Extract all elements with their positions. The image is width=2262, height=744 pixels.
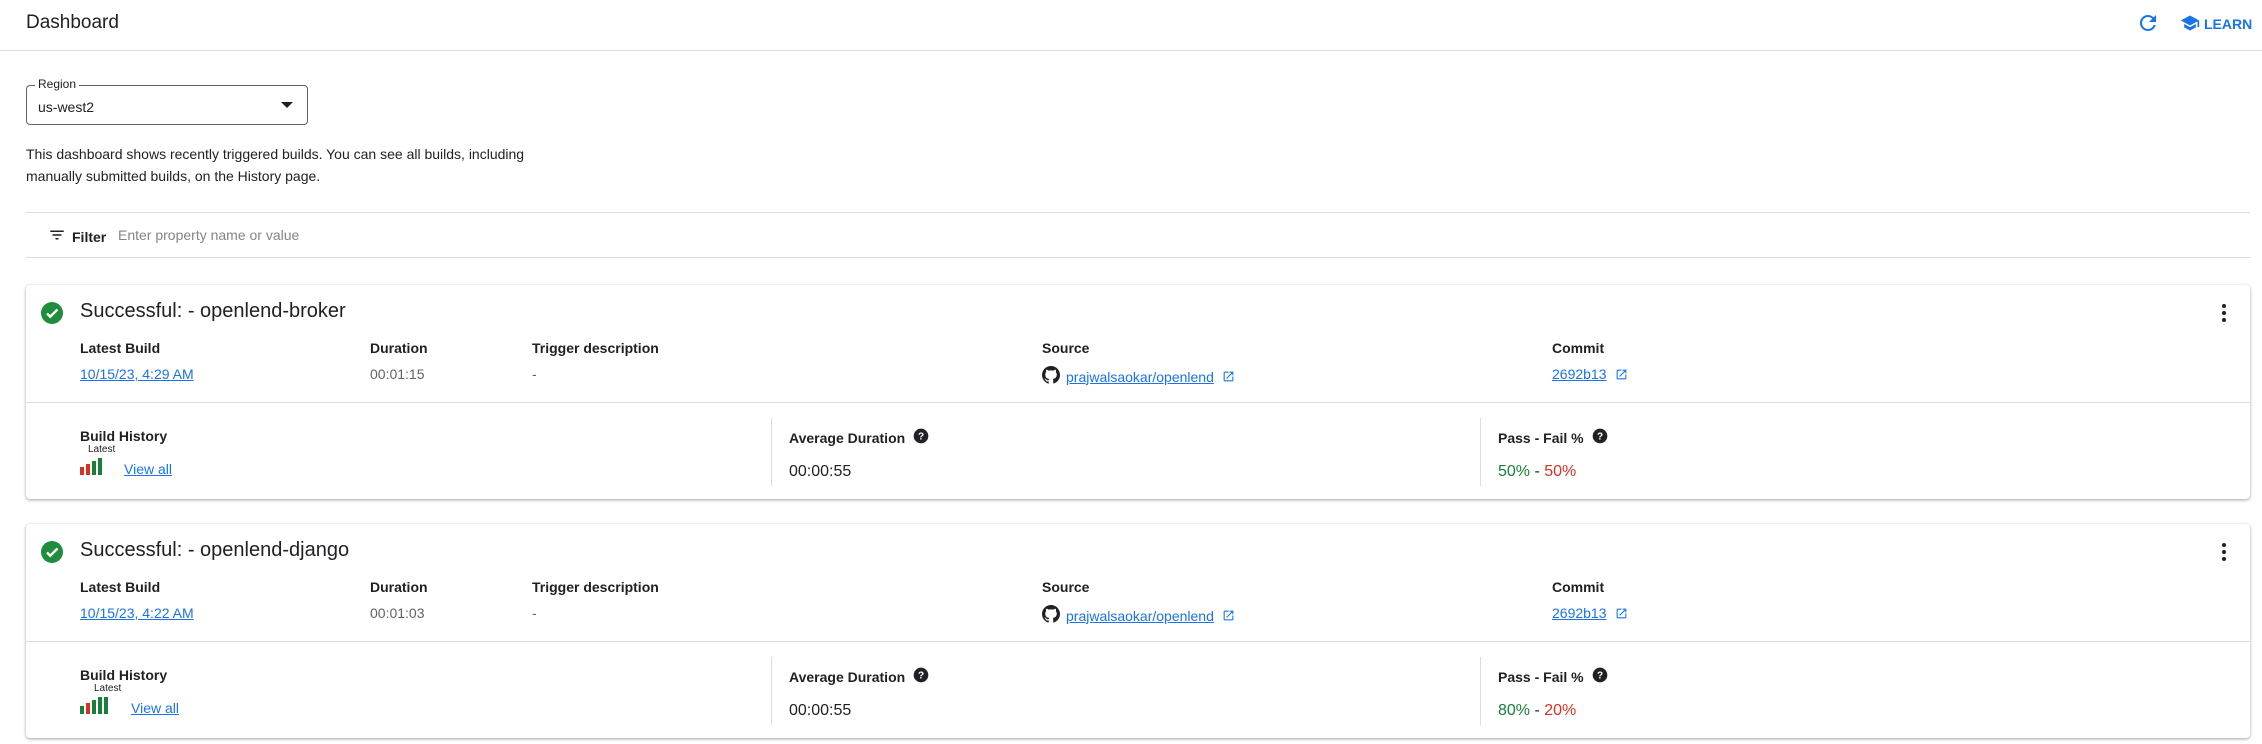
- source-label: Source: [1042, 340, 1090, 356]
- filter-bar: Filter: [26, 212, 2250, 258]
- learn-label: LEARN: [2204, 16, 2253, 32]
- dashboard-description: This dashboard shows recently triggered …: [26, 146, 525, 184]
- region-select[interactable]: Region us-west2: [26, 77, 308, 125]
- open-in-new-icon: [1222, 609, 1235, 622]
- learn-button[interactable]: LEARN: [2180, 12, 2252, 36]
- check-circle-icon: [40, 301, 64, 325]
- svg-text:?: ?: [918, 670, 924, 681]
- check-circle-icon: [40, 540, 64, 564]
- svg-text:?: ?: [918, 431, 924, 442]
- pass-fail-separator: -: [1530, 463, 1545, 480]
- commit-cell: 2692b13: [1552, 366, 1628, 382]
- divider: [771, 418, 772, 486]
- dropdown-arrow-icon: [281, 102, 293, 108]
- build-summary: Successful: - openlend-broker Latest Bui…: [26, 285, 2250, 403]
- history-bar-success[interactable]: [98, 458, 102, 475]
- duration-value: 00:01:03: [370, 605, 425, 621]
- history-bar-success[interactable]: [80, 706, 84, 714]
- average-duration-value: 00:00:55: [789, 702, 852, 719]
- pass-fail-separator: -: [1530, 702, 1545, 719]
- filter-icon: [48, 226, 66, 247]
- latest-build-link[interactable]: 10/15/23, 4:29 AM: [80, 366, 194, 382]
- pass-fail-value: 80% - 20%: [1498, 702, 1576, 720]
- commit-link[interactable]: 2692b13: [1552, 366, 1607, 382]
- duration-label: Duration: [370, 579, 428, 595]
- build-title: Successful: - openlend-broker: [80, 300, 346, 322]
- latest-build-label: Latest Build: [80, 579, 161, 595]
- duration-label: Duration: [370, 340, 428, 356]
- commit-link[interactable]: 2692b13: [1552, 605, 1607, 621]
- average-duration-label: Average Duration ?: [789, 428, 929, 447]
- github-icon: [1042, 366, 1060, 387]
- help-icon[interactable]: ?: [1592, 667, 1608, 686]
- trigger-value: -: [532, 605, 537, 621]
- trigger-value: -: [532, 366, 537, 382]
- filter-input[interactable]: [118, 220, 718, 250]
- history-bar-success[interactable]: [98, 697, 102, 714]
- region-value: us-west2: [38, 99, 95, 115]
- pass-percent: 50%: [1498, 463, 1531, 480]
- latest-marker: Latest: [88, 444, 116, 455]
- github-icon: [1042, 605, 1060, 626]
- fail-percent: 50%: [1544, 463, 1577, 480]
- page-title: Dashboard: [26, 12, 119, 33]
- filter-label: Filter: [72, 228, 107, 245]
- pass-percent: 80%: [1498, 702, 1531, 719]
- more-vert-icon[interactable]: [2212, 540, 2236, 564]
- build-card: Successful: - openlend-broker Latest Bui…: [26, 285, 2250, 499]
- source-link[interactable]: prajwalsaokar/openlend: [1066, 369, 1214, 385]
- help-icon[interactable]: ?: [1592, 428, 1608, 447]
- history-bar-fail[interactable]: [86, 703, 90, 714]
- more-vert-icon[interactable]: [2212, 301, 2236, 325]
- build-history-label: Build History: [80, 428, 168, 444]
- app-header: Dashboard LEARN: [0, 0, 2262, 51]
- history-bar-fail[interactable]: [80, 467, 84, 475]
- school-icon: [2180, 13, 2200, 36]
- refresh-icon[interactable]: [2136, 11, 2160, 35]
- history-bar-success[interactable]: [104, 697, 108, 714]
- commit-label: Commit: [1552, 340, 1605, 356]
- trigger-label: Trigger description: [532, 340, 659, 356]
- build-summary: Successful: - openlend-django Latest Bui…: [26, 524, 2250, 642]
- source-cell: prajwalsaokar/openlend: [1042, 605, 1235, 626]
- history-bar-fail[interactable]: [86, 464, 90, 475]
- svg-text:?: ?: [1597, 670, 1603, 681]
- build-title: Successful: - openlend-django: [80, 539, 350, 561]
- svg-text:?: ?: [1597, 431, 1603, 442]
- open-in-new-icon: [1615, 368, 1628, 381]
- trigger-label: Trigger description: [532, 579, 659, 595]
- help-icon[interactable]: ?: [913, 428, 929, 447]
- source-cell: prajwalsaokar/openlend: [1042, 366, 1235, 387]
- commit-label: Commit: [1552, 579, 1605, 595]
- filter-button[interactable]: Filter: [48, 226, 106, 247]
- duration-value: 00:01:15: [370, 366, 425, 382]
- view-all-link[interactable]: View all: [131, 700, 179, 716]
- divider: [1480, 657, 1481, 725]
- pass-fail-label: Pass - Fail % ?: [1498, 428, 1608, 447]
- divider: [771, 657, 772, 725]
- build-card: Successful: - openlend-django Latest Bui…: [26, 524, 2250, 738]
- history-bars: [80, 458, 102, 475]
- average-duration-value: 00:00:55: [789, 463, 852, 480]
- divider: [1480, 418, 1481, 486]
- help-icon[interactable]: ?: [913, 667, 929, 686]
- average-duration-label: Average Duration ?: [789, 667, 929, 686]
- latest-build-label: Latest Build: [80, 340, 161, 356]
- source-link[interactable]: prajwalsaokar/openlend: [1066, 608, 1214, 624]
- latest-build-link[interactable]: 10/15/23, 4:22 AM: [80, 605, 194, 621]
- region-label: Region: [35, 77, 80, 91]
- commit-cell: 2692b13: [1552, 605, 1628, 621]
- fail-percent: 20%: [1544, 702, 1577, 719]
- history-bars: [80, 697, 108, 714]
- pass-fail-value: 50% - 50%: [1498, 463, 1576, 481]
- open-in-new-icon: [1615, 607, 1628, 620]
- build-history-label: Build History: [80, 667, 168, 683]
- source-label: Source: [1042, 579, 1090, 595]
- latest-marker: Latest: [94, 683, 122, 694]
- history-bar-success[interactable]: [92, 461, 96, 475]
- view-all-link[interactable]: View all: [124, 461, 172, 477]
- pass-fail-label: Pass - Fail % ?: [1498, 667, 1608, 686]
- history-bar-success[interactable]: [92, 700, 96, 714]
- open-in-new-icon: [1222, 370, 1235, 383]
